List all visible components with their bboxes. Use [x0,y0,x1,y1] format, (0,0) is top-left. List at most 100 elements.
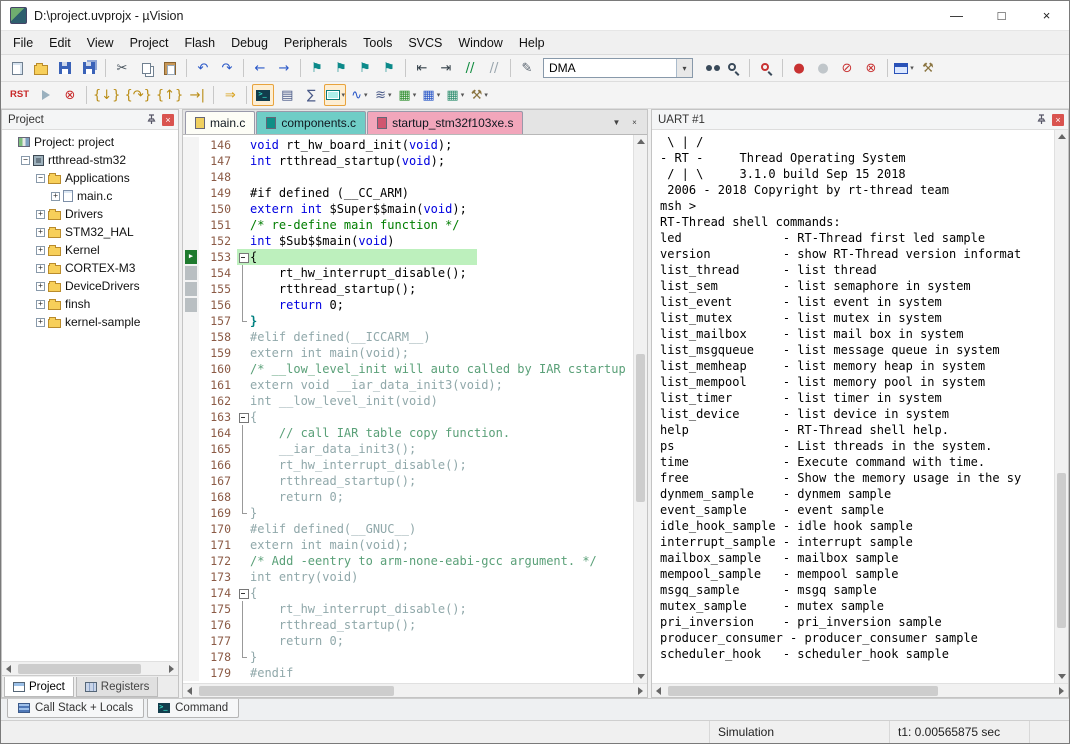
show-next-statement-icon[interactable]: ⇒ [219,84,241,106]
redo-icon[interactable]: ↷ [216,57,238,79]
close-panel-icon[interactable]: × [1052,114,1064,126]
tab-command[interactable]: Command [147,699,239,718]
gutter[interactable] [183,505,199,521]
code-line[interactable]: 155 rtthread_startup(); [183,281,633,297]
menu-svcs[interactable]: SVCS [400,33,450,53]
scroll-up-icon[interactable] [637,139,645,144]
pin-icon[interactable] [146,114,157,125]
code-line[interactable]: 161extern void __iar_data_init3(void); [183,377,633,393]
gutter[interactable] [183,201,199,217]
disable-all-breakpoints-icon[interactable]: ⊘ [836,57,858,79]
incremental-find-icon[interactable] [722,57,744,79]
code-line[interactable]: 156 return 0; [183,297,633,313]
scroll-thumb[interactable] [668,686,938,696]
menu-project[interactable]: Project [122,33,177,53]
code-line[interactable]: 175 rt_hw_interrupt_disable(); [183,601,633,617]
uart-vscrollbar[interactable] [1054,130,1068,683]
close-file-icon[interactable]: × [627,115,642,130]
code-line[interactable]: 162int __low_level_init(void) [183,393,633,409]
scroll-thumb[interactable] [636,354,645,502]
step-out-icon[interactable]: {↑} [155,84,184,106]
code-line[interactable]: 158#elif defined(__ICCARM__) [183,329,633,345]
gutter[interactable] [183,489,199,505]
menu-file[interactable]: File [5,33,41,53]
gutter[interactable] [183,601,199,617]
minimize-button[interactable]: — [934,1,979,30]
toggle-breakpoint-icon[interactable]: ● [788,57,810,79]
uncomment-icon[interactable]: // [483,57,505,79]
close-panel-icon[interactable]: × [162,114,174,126]
run-to-cursor-icon[interactable]: →| [186,84,208,106]
code-line[interactable]: 149#if defined (__CC_ARM) [183,185,633,201]
tree-item-main-c[interactable]: +main.c [2,187,178,205]
tree-expander[interactable]: + [36,300,45,309]
bookmark-toggle-icon[interactable]: ⚑ [306,57,328,79]
tree-item-applications[interactable]: −Applications [2,169,178,187]
fold-marker[interactable] [237,585,250,601]
tree-item-stm32-hal[interactable]: +STM32_HAL [2,223,178,241]
gutter[interactable] [183,569,199,585]
tree-item-devicedrivers[interactable]: +DeviceDrivers [2,277,178,295]
configure-icon[interactable]: ⚒ [917,57,939,79]
toolbox-icon[interactable]: ⚒▾ [468,84,490,106]
code-line[interactable]: 151/* re-define main function */ [183,217,633,233]
gutter[interactable]: ▶ [183,249,199,265]
code-line[interactable]: 147int rtthread_startup(void); [183,153,633,169]
gutter[interactable] [183,169,199,185]
undo-icon[interactable]: ↶ [192,57,214,79]
code-line[interactable]: 173int entry(void) [183,569,633,585]
scroll-thumb[interactable] [18,664,141,674]
gutter[interactable] [183,217,199,233]
tree-expander[interactable]: + [36,264,45,273]
code-line[interactable]: 167 rtthread_startup(); [183,473,633,489]
disassembly-window-icon[interactable]: ▤ [276,84,298,106]
bookmark-prev-icon[interactable]: ⚑ [330,57,352,79]
gutter[interactable] [183,665,199,681]
scroll-up-icon[interactable] [1058,134,1066,139]
close-button[interactable]: × [1024,1,1069,30]
gutter[interactable] [183,585,199,601]
uart-hscrollbar[interactable] [652,683,1068,697]
code-line[interactable]: 152int $Sub$$main(void) [183,233,633,249]
menu-tools[interactable]: Tools [355,33,400,53]
tree-expander[interactable]: − [21,156,30,165]
code-line[interactable]: 177 return 0; [183,633,633,649]
code-line[interactable]: 148 [183,169,633,185]
scroll-right-icon[interactable] [169,665,174,673]
system-viewer-icon[interactable]: ▦▾ [396,84,418,106]
tab-project[interactable]: Project [4,677,74,697]
tree-item-kernel[interactable]: +Kernel [2,241,178,259]
code-line[interactable]: 171extern int main(void); [183,537,633,553]
tree-expander[interactable]: + [36,282,45,291]
gutter[interactable] [183,649,199,665]
code-line[interactable]: 157} [183,313,633,329]
gutter[interactable] [183,537,199,553]
find-in-files-icon[interactable] [698,57,720,79]
unindent-icon[interactable]: ⇤ [411,57,433,79]
scroll-down-icon[interactable] [1058,674,1066,679]
find-text-icon[interactable]: ✎ [516,57,538,79]
fold-marker[interactable] [237,249,250,265]
code-line[interactable]: 165 __iar_data_init3(); [183,441,633,457]
pin-icon[interactable] [1036,114,1047,125]
code-line[interactable]: ▶153{ [183,249,633,265]
scroll-left-icon[interactable] [656,687,661,695]
code-line[interactable]: 179#endif [183,665,633,681]
tree-item-finsh[interactable]: +finsh [2,295,178,313]
code-line[interactable]: 176 rtthread_startup(); [183,617,633,633]
gutter[interactable] [183,281,199,297]
code-line[interactable]: 150extern int $Super$$main(void); [183,201,633,217]
code-area[interactable]: 146void rt_hw_board_init(void);147int rt… [183,135,647,683]
open-file-icon[interactable] [30,57,52,79]
menu-debug[interactable]: Debug [223,33,276,53]
bookmark-clear-icon[interactable]: ⚑ [378,57,400,79]
menu-flash[interactable]: Flash [176,33,223,53]
gutter[interactable] [183,633,199,649]
code-line[interactable]: 163{ [183,409,633,425]
find-icon[interactable] [755,57,777,79]
symbol-window-icon[interactable]: ∑ [300,84,322,106]
cut-icon[interactable]: ✂ [111,57,133,79]
editor-tab-components-c[interactable]: components.c [256,111,366,134]
scroll-down-icon[interactable] [637,674,645,679]
gutter[interactable] [183,393,199,409]
